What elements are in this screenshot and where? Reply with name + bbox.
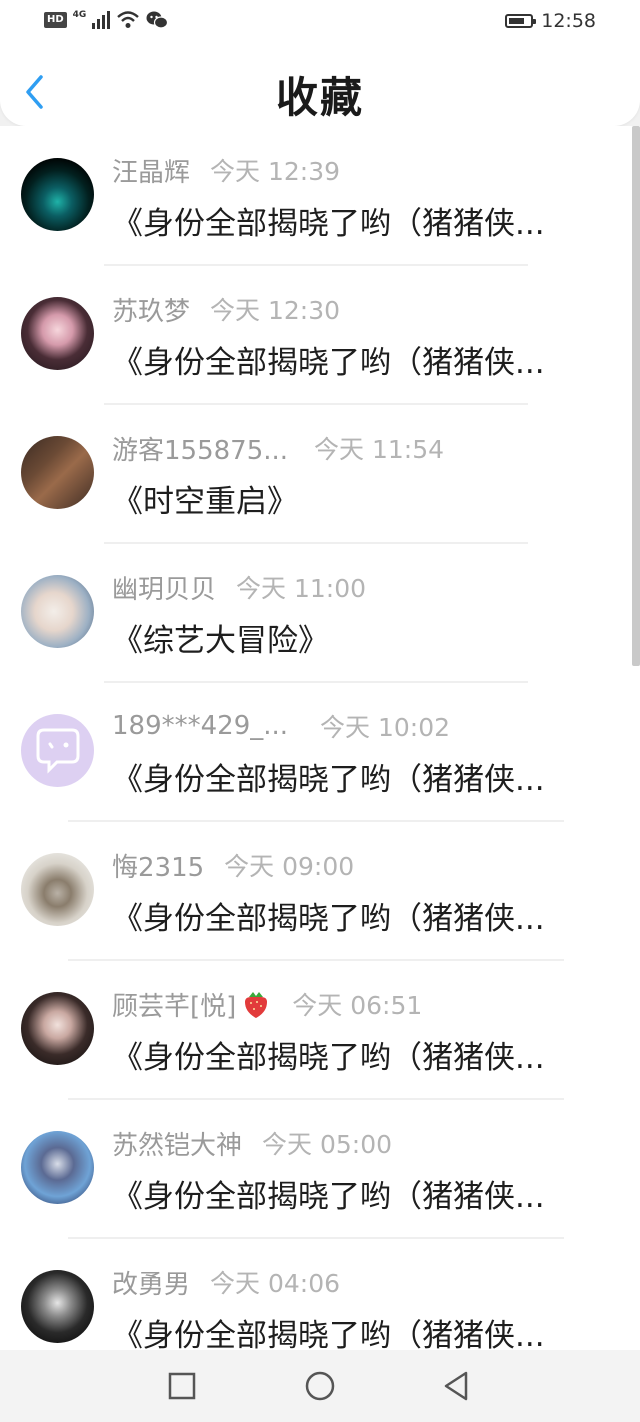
list-item[interactable]: 苏然铠大神 今天 05:00 《身份全部揭晓了哟（猪猪侠... [0,1099,640,1239]
sender-name: 顾芸芊[悦] [112,991,237,1022]
list-item[interactable]: 游客155875... 今天 11:54 《时空重启》 [0,404,640,544]
back-nav-button[interactable] [438,1368,474,1404]
timestamp: 今天 12:30 [210,296,341,325]
name-line: 苏然铠大神 今天 05:00 [112,1126,393,1161]
list-item[interactable]: 189***429_... 今天 10:02 《身份全部揭晓了哟（猪猪侠... [0,682,640,822]
message-preview: 《身份全部揭晓了哟（猪猪侠... [112,762,545,798]
avatar [21,992,94,1065]
sender-name: 游客155875... [112,435,289,466]
chat-bubble-icon [36,728,80,774]
list-item[interactable]: 悔2315 今天 09:00 《身份全部揭晓了哟（猪猪侠... [0,821,640,961]
name-line: 苏玖梦 今天 12:30 [112,292,341,327]
sender-name: 汪晶辉 [112,157,191,188]
sender-name: 苏然铠大神 [112,1130,243,1161]
network-type-label: 4G [72,9,87,20]
recents-button[interactable] [164,1368,200,1404]
name-line: 改勇男 今天 04:06 [112,1265,341,1300]
status-bar: HD 4G 12:58 [0,0,640,44]
message-preview: 《身份全部揭晓了哟（猪猪侠... [112,206,545,242]
list-item[interactable]: 汪晶辉 今天 12:39 《身份全部揭晓了哟（猪猪侠... [0,126,640,266]
status-left: HD 4G [44,9,169,30]
message-preview: 《时空重启》 [112,484,298,520]
status-right: 12:58 [505,10,596,32]
wifi-icon [117,11,140,28]
battery-icon [505,14,537,28]
triangle-back-icon [444,1371,468,1401]
sender-name: 改勇男 [112,1269,191,1300]
sender-name: 悔2315 [112,852,205,883]
timestamp: 今天 04:06 [210,1269,341,1298]
timestamp: 今天 11:00 [236,574,367,603]
scrollbar[interactable] [632,126,640,666]
circle-home-icon [305,1371,335,1401]
timestamp: 今天 05:00 [262,1130,393,1159]
name-line: 游客155875... 今天 11:54 [112,431,445,466]
sender-name: 189***429_... [112,711,289,741]
name-line: 幽玥贝贝 今天 11:00 [112,570,367,605]
message-preview: 《身份全部揭晓了哟（猪猪侠... [112,1318,545,1350]
avatar [21,1131,94,1204]
message-preview: 《综艺大冒险》 [112,623,329,659]
list-item[interactable]: 顾芸芊[悦] 今天 06:51 《身份全部揭晓了哟（猪猪侠... [0,960,640,1100]
timestamp: 今天 10:02 [320,713,451,742]
avatar [21,158,94,231]
avatar [21,853,94,926]
sender-name: 幽玥贝贝 [112,574,217,605]
sender-name: 苏玖梦 [112,296,191,327]
name-line: 悔2315 今天 09:00 [112,848,355,883]
avatar [21,575,94,648]
signal-icon [92,11,111,29]
timestamp: 今天 09:00 [224,852,355,881]
list-item[interactable]: 苏玖梦 今天 12:30 《身份全部揭晓了哟（猪猪侠... [0,265,640,405]
avatar [21,714,94,787]
strawberry-icon [245,992,268,1018]
message-preview: 《身份全部揭晓了哟（猪猪侠... [112,1040,545,1076]
name-line: 汪晶辉 今天 12:39 [112,153,341,188]
home-button[interactable] [302,1368,338,1404]
status-time: 12:58 [541,10,596,32]
page-title: 收藏 [275,73,364,122]
timestamp: 今天 11:54 [314,435,445,464]
square-recents-icon [168,1372,196,1400]
message-preview: 《身份全部揭晓了哟（猪猪侠... [112,345,545,381]
avatar [21,436,94,509]
timestamp: 今天 12:39 [210,157,341,186]
message-preview: 《身份全部揭晓了哟（猪猪侠... [112,1179,545,1215]
name-line: 顾芸芊[悦] 今天 06:51 [112,987,423,1022]
message-preview: 《身份全部揭晓了哟（猪猪侠... [112,901,545,937]
favorites-list: 汪晶辉 今天 12:39 《身份全部揭晓了哟（猪猪侠... 苏玖梦 今天 12:… [0,126,640,1350]
wechat-icon [146,11,169,29]
list-item[interactable]: 改勇男 今天 04:06 《身份全部揭晓了哟（猪猪侠... [0,1238,640,1350]
name-line: 189***429_... 今天 10:02 [112,709,450,743]
avatar [21,297,94,370]
navigation-bar [0,1350,640,1422]
timestamp: 今天 06:51 [292,991,423,1020]
hd-voice-icon: HD [44,12,67,28]
list-item[interactable]: 幽玥贝贝 今天 11:00 《综艺大冒险》 [0,543,640,683]
top-bar: HD 4G 12:58 收藏 [0,0,640,126]
avatar [21,1270,94,1343]
